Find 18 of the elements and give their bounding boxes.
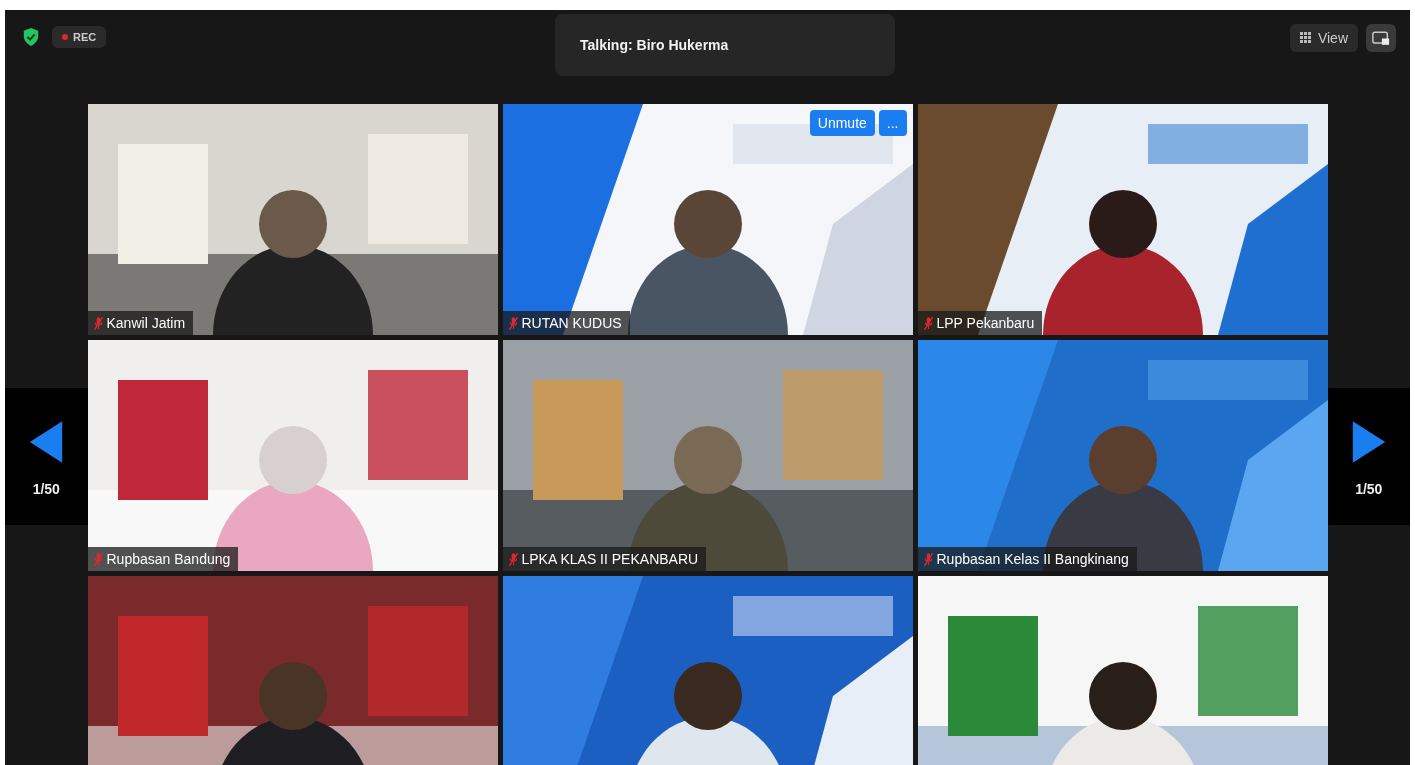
- active-speaker-banner: Talking: Biro Hukerma: [555, 14, 895, 76]
- participant-name: Kanwil Jatim: [106, 315, 186, 331]
- recording-badge: REC: [52, 26, 107, 48]
- page-counter: 1/50: [32, 480, 60, 497]
- previous-page-button[interactable]: 1/50: [5, 388, 88, 525]
- screen-icon[interactable]: [1366, 24, 1396, 52]
- grid-icon: [1299, 32, 1312, 44]
- more-button[interactable]: ...: [878, 110, 907, 136]
- page-counter: 1/50: [1355, 480, 1383, 497]
- next-page-button[interactable]: 1/50: [1327, 388, 1410, 525]
- unmute-button[interactable]: Unmute: [809, 110, 875, 136]
- view-button[interactable]: View: [1289, 24, 1358, 52]
- participant-name: Rupbasan Kelas II Bangkinang: [936, 551, 1129, 567]
- participant-name: Rupbasan Bandung: [106, 551, 231, 567]
- participant-name: RUTAN KUDUS: [521, 315, 622, 331]
- participant-name: LPKA KLAS II PEKANBARU: [521, 551, 699, 567]
- shield-icon[interactable]: [22, 27, 40, 47]
- participant-name: LPP Pekanbaru: [936, 315, 1035, 331]
